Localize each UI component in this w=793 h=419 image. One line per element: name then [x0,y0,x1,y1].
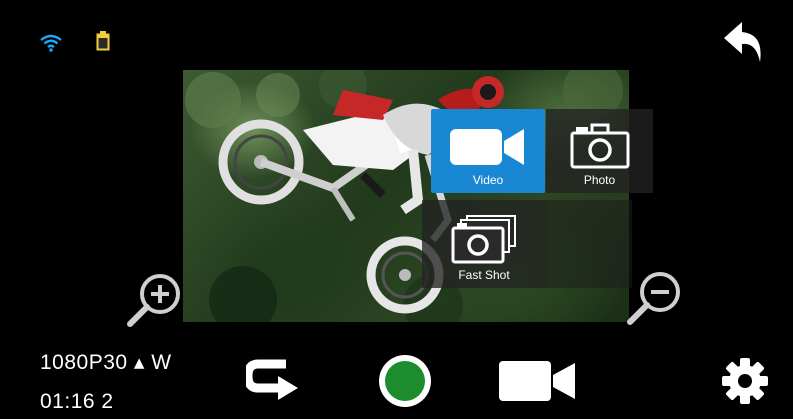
mode-menu-empty-cell [546,200,632,288]
resolution-readout: 1080P30 ▴ W [40,351,172,374]
mode-video-label: Video [472,173,504,187]
zoom-in-icon[interactable] [126,270,184,328]
mode-fast-shot-option[interactable]: Fast Shot [422,200,546,288]
mode-video-option[interactable]: Video [431,109,545,193]
zoom-out-icon[interactable] [626,268,684,328]
wifi-icon [40,34,62,52]
record-button[interactable] [379,355,431,407]
gear-icon[interactable] [720,356,770,406]
remaining-time-readout: 01:16 2 [40,390,114,413]
mode-photo-label: Photo [583,173,616,187]
video-camera-icon [450,129,524,165]
battery-icon [96,31,110,51]
video-mode-icon[interactable] [499,359,577,403]
mode-fast-shot-label: Fast Shot [458,268,510,282]
fast-shot-icon [451,215,516,264]
photo-camera-icon [570,123,629,169]
back-arrow-icon[interactable] [720,20,770,66]
record-dot [385,361,425,401]
mode-photo-option[interactable]: Photo [546,109,653,193]
loop-icon[interactable] [246,358,304,402]
mode-menu: Video Photo Fast Shot [422,104,653,294]
